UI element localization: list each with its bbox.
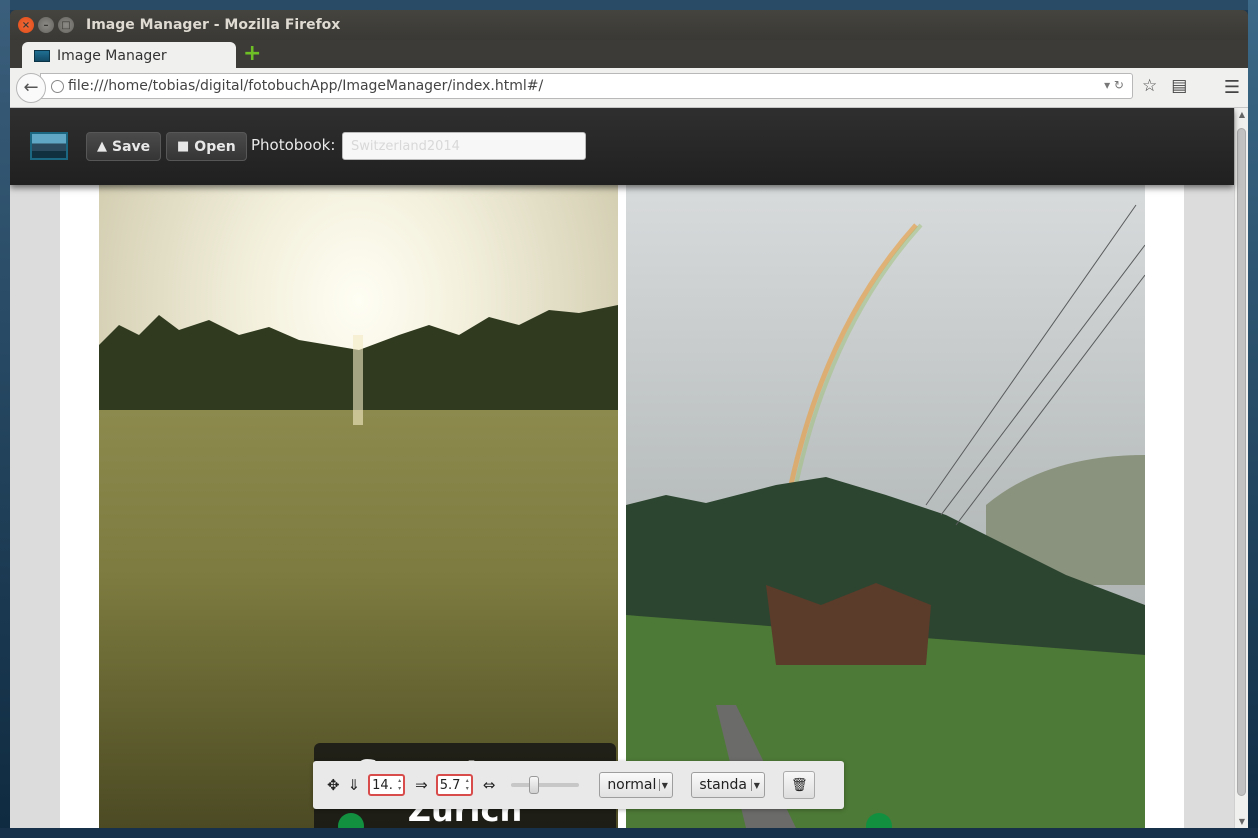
save-label: Save [112,138,151,155]
app-toolbar: ▲ Save ■ Open Photobook: [10,108,1234,185]
close-window-button[interactable]: × [18,17,34,33]
rainbow-village-photo[interactable] [626,185,1145,828]
bookmark-star-icon[interactable]: ☆ [1142,76,1157,96]
top-offset-input[interactable]: 14. [368,774,406,796]
minimize-window-button[interactable]: – [38,17,54,33]
url-bar[interactable]: file:///home/tobias/digital/fotobuchApp/… [40,73,1133,99]
width-slider[interactable] [511,776,580,794]
photobook-name-input[interactable] [342,132,586,160]
width-slider-thumb[interactable] [529,776,540,794]
menu-icon[interactable]: ☰ [1224,77,1240,98]
style-select[interactable]: normal ▼ [599,772,674,798]
globe-icon [51,79,64,93]
delete-caption-button[interactable]: 🗑 [783,771,816,799]
scrollbar-thumb[interactable] [1237,128,1246,796]
page-content: ▲ Save ■ Open Photobook: Switzerland2014… [10,108,1248,828]
tab-label: Image Manager [57,47,167,64]
chevron-down-icon: ▼ [659,779,669,791]
font-select[interactable]: standa ▼ [691,772,766,798]
style-select-value: normal [607,777,657,793]
top-offset-value: 14. [372,777,393,793]
photobook-page: Sunset near Zurich ✥ ⇓ 14. ⇒ 5.7 ⇔ norma… [60,185,1184,828]
trash-icon: 🗑 [791,777,808,793]
new-tab-button[interactable]: + [243,43,261,65]
url-text: file:///home/tobias/digital/fotobuchApp/… [68,78,544,94]
open-button[interactable]: ■ Open [166,132,247,161]
reload-icon[interactable]: ▾ ↻ [1104,78,1124,92]
width-icon: ⇔ [482,776,496,794]
vertical-scrollbar[interactable]: ▲ ▼ [1234,108,1248,828]
reading-list-icon[interactable]: ▤ [1171,76,1187,96]
scroll-down-icon[interactable]: ▼ [1237,817,1247,826]
open-label: Open [194,138,236,155]
navigation-bar: ← file:///home/tobias/digital/fotobuchAp… [10,68,1248,108]
caption-edit-toolbar: ✥ ⇓ 14. ⇒ 5.7 ⇔ normal ▼ standa ▼ 🗑 [313,761,844,809]
window-titlebar: × – □ Image Manager - Mozilla Firefox [10,10,1248,40]
left-offset-input[interactable]: 5.7 [435,774,473,796]
back-button[interactable]: ← [16,72,46,103]
window-title: Image Manager - Mozilla Firefox [86,17,341,33]
tab-image-manager[interactable]: Image Manager [22,42,236,69]
sunset-photo[interactable] [99,185,618,828]
scroll-up-icon[interactable]: ▲ [1237,110,1247,119]
tab-bar: Image Manager + [10,40,1248,69]
left-offset-value: 5.7 [439,777,461,793]
maximize-window-button[interactable]: □ [58,17,74,33]
font-select-value: standa [699,777,748,793]
browser-window: × – □ Image Manager - Mozilla Firefox Im… [10,10,1248,828]
photobook-label: Photobook: [251,136,336,154]
app-logo[interactable] [30,132,68,160]
chevron-down-icon: ▼ [751,779,761,791]
save-button[interactable]: ▲ Save [86,132,162,161]
move-icon[interactable]: ✥ [327,776,340,794]
down-arrow-icon: ⇓ [347,776,361,794]
right-arrow-icon: ⇒ [415,776,428,794]
back-arrow-icon: ← [23,77,39,98]
image-manager-favicon-icon [34,49,50,62]
save-icon: ▲ [97,139,107,154]
folder-icon: ■ [177,139,190,154]
